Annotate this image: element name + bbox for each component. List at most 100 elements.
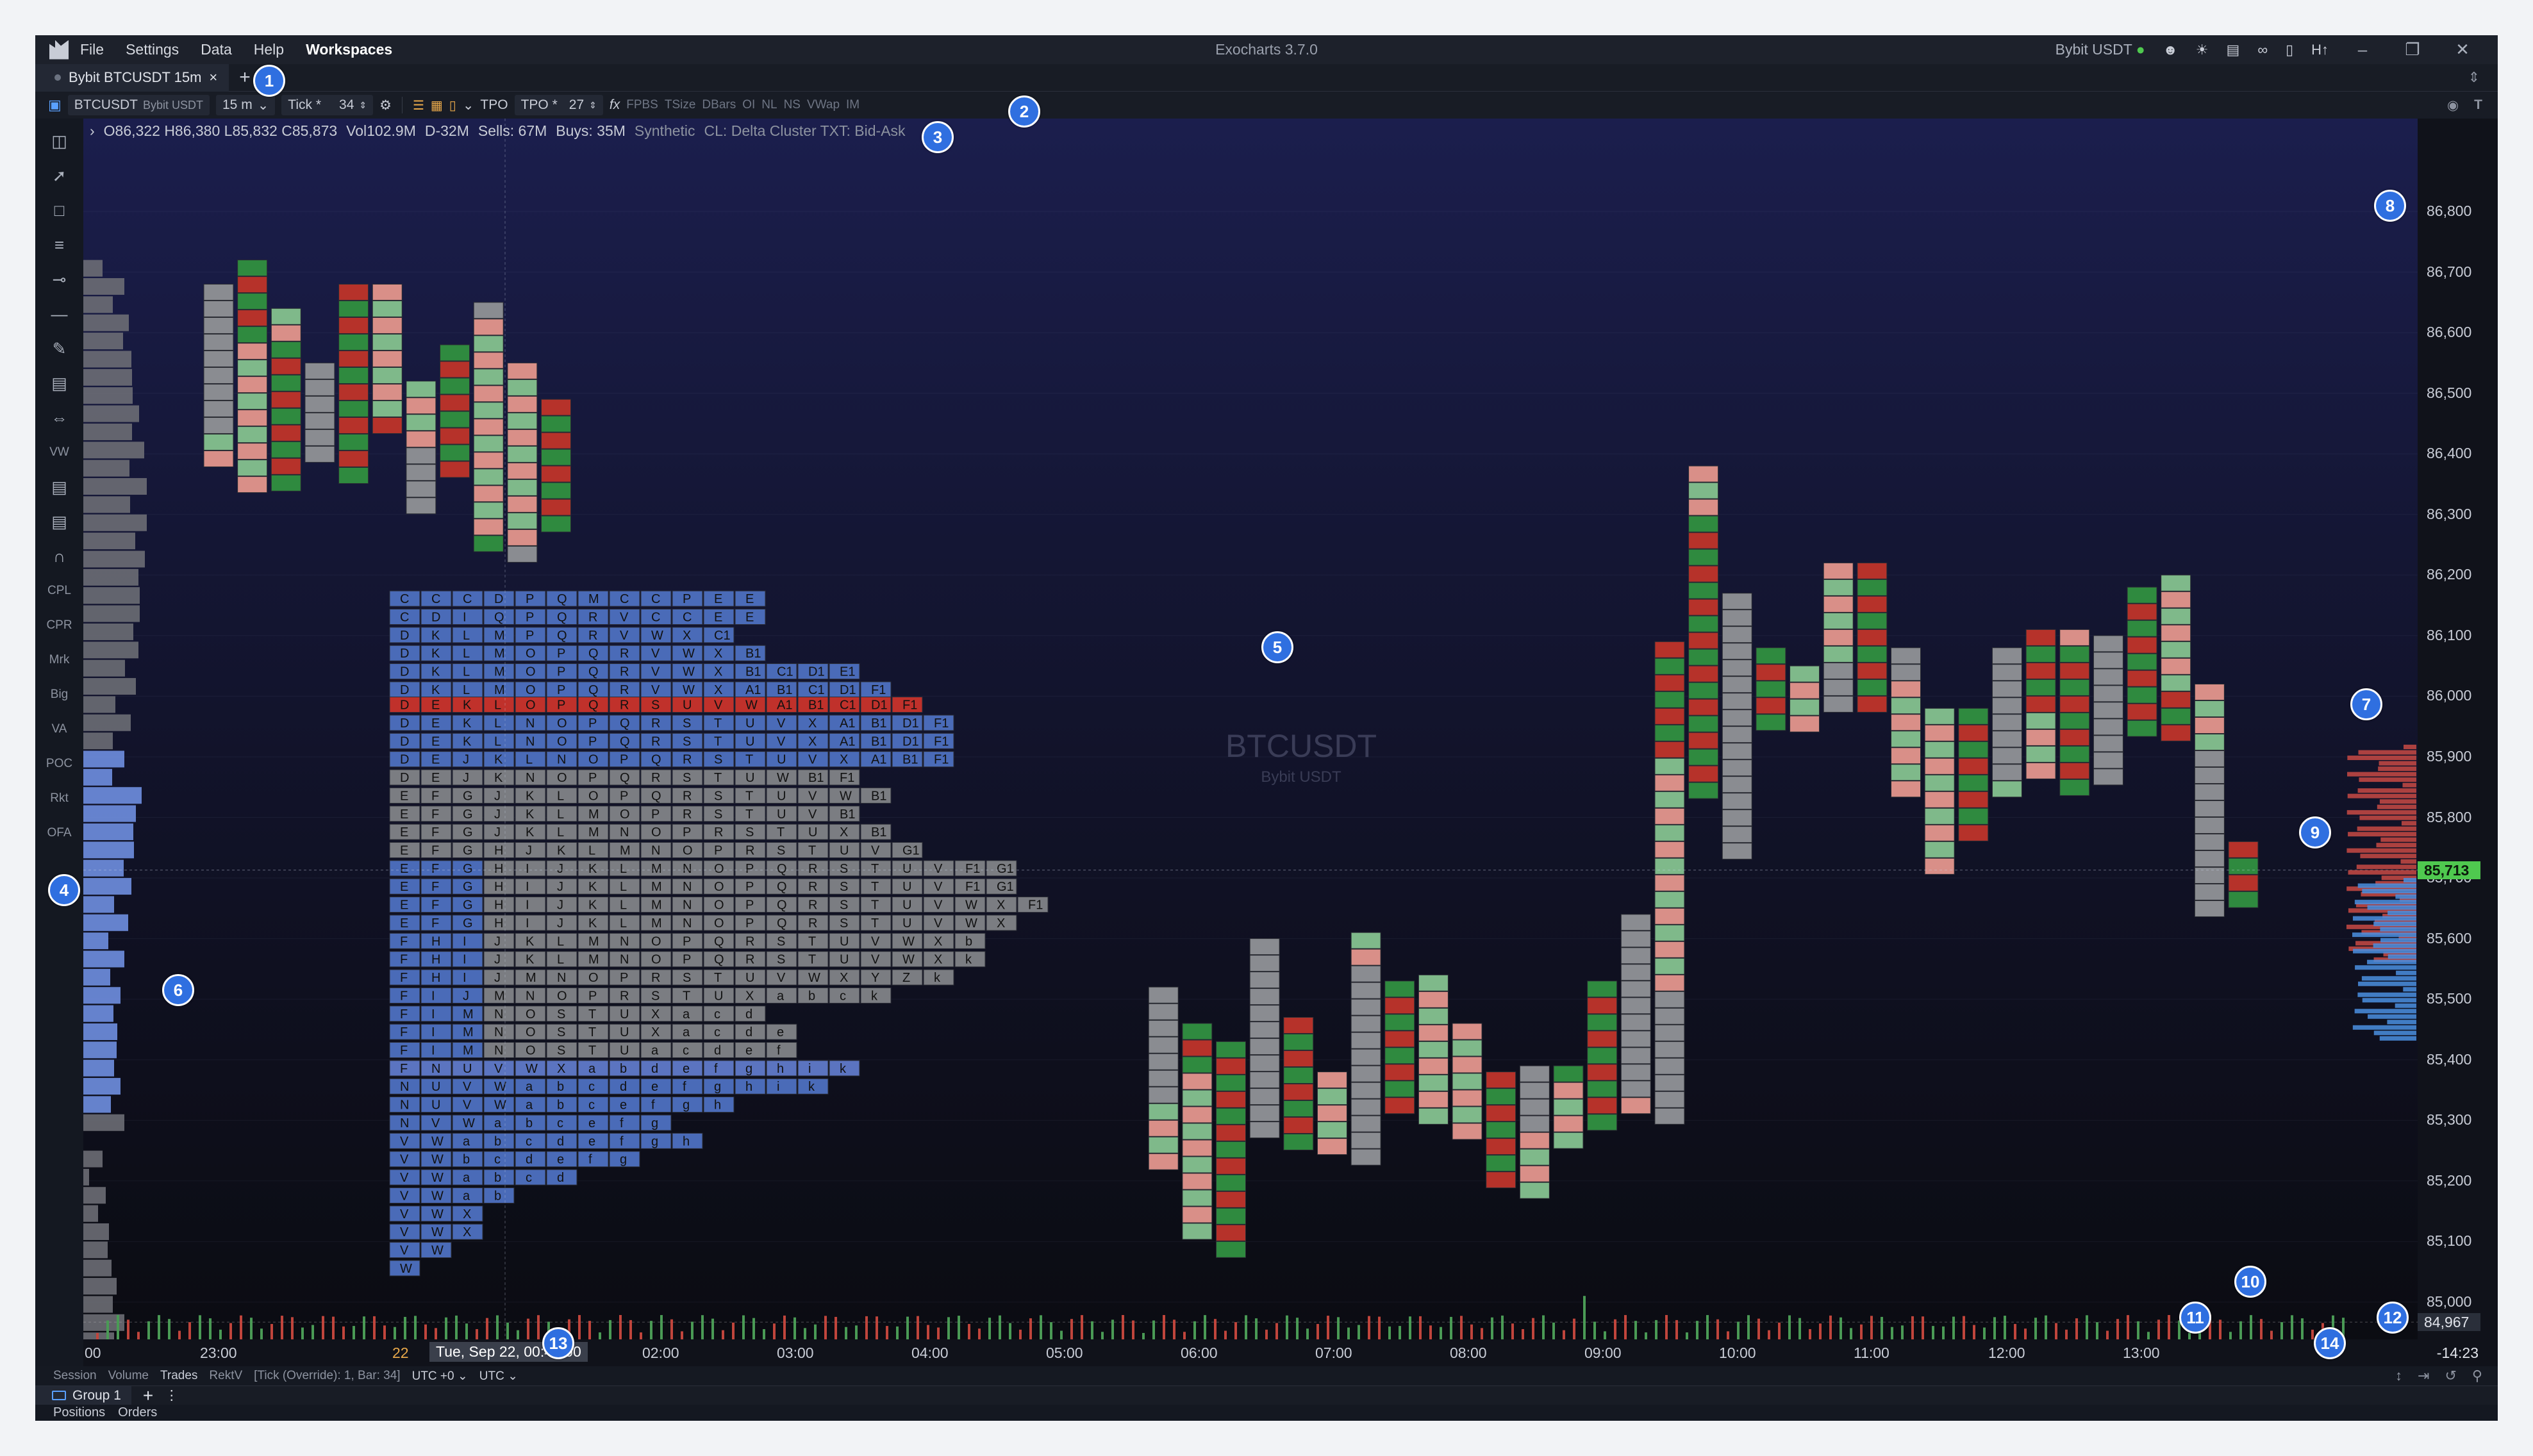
indicator-oi[interactable]: OI bbox=[742, 98, 755, 112]
minimize-icon[interactable]: – bbox=[2346, 40, 2379, 60]
scroll-end-icon[interactable]: ⇥ bbox=[2418, 1368, 2429, 1384]
folder-icon[interactable]: ▣ bbox=[48, 97, 62, 113]
restore-icon[interactable]: ❐ bbox=[2396, 40, 2429, 60]
chart-tab[interactable]: Bybit BTCUSDT 15m × bbox=[35, 63, 229, 92]
brush-icon[interactable]: ✎ bbox=[35, 331, 83, 366]
rectangle-icon[interactable]: □ bbox=[35, 193, 83, 228]
menu-settings[interactable]: Settings bbox=[126, 41, 179, 58]
group-more-icon[interactable]: ⋮ bbox=[165, 1387, 178, 1403]
footprint-cell bbox=[1384, 1030, 1415, 1048]
tool-mrk[interactable]: Mrk bbox=[35, 643, 83, 677]
tool-va[interactable]: VA bbox=[35, 712, 83, 747]
tool-vw[interactable]: VW bbox=[35, 435, 83, 470]
close-window-icon[interactable]: ✕ bbox=[2446, 40, 2479, 60]
volume-bar bbox=[896, 1326, 899, 1339]
add-tab-button[interactable]: + bbox=[239, 67, 251, 88]
menu-file[interactable]: File bbox=[80, 41, 104, 58]
menu-help[interactable]: Help bbox=[254, 41, 284, 58]
tab-positions[interactable]: Positions bbox=[53, 1405, 105, 1420]
tool-cpr[interactable]: CPR bbox=[35, 608, 83, 643]
volume-bar bbox=[660, 1315, 663, 1339]
menu-data[interactable]: Data bbox=[201, 41, 232, 58]
link-icon[interactable]: ∞ bbox=[2257, 42, 2268, 58]
status-volume[interactable]: Volume bbox=[108, 1369, 149, 1383]
timeframe-select[interactable]: 15 m ⌄ bbox=[216, 95, 276, 115]
legend-expand-icon[interactable]: › bbox=[90, 122, 95, 140]
tpo-letter: C bbox=[400, 592, 409, 606]
camera-icon[interactable]: ◉ bbox=[2447, 97, 2459, 113]
close-tab-icon[interactable]: × bbox=[209, 69, 217, 86]
tick-stepper[interactable]: Tick * 34 ⇕ bbox=[281, 95, 374, 115]
bars-icon[interactable]: ☰ bbox=[413, 97, 424, 113]
reset-icon[interactable]: ↺ bbox=[2445, 1368, 2456, 1384]
tpo-letter: P bbox=[588, 989, 597, 1003]
settings-gear-icon[interactable]: ⚙ bbox=[379, 97, 392, 113]
indicator-im[interactable]: IM bbox=[846, 98, 860, 112]
tab-orders[interactable]: Orders bbox=[118, 1405, 157, 1420]
tpo-letter: X bbox=[997, 898, 1005, 913]
tab-scroll-icon[interactable]: ⇕ bbox=[2468, 69, 2480, 86]
volume-bar bbox=[2014, 1324, 2016, 1339]
horizontal-ray-icon[interactable]: ⊸ bbox=[35, 262, 83, 297]
tpo-label[interactable]: TPO bbox=[480, 97, 508, 113]
footprint-cell bbox=[1924, 724, 1955, 741]
footprint-cell bbox=[338, 300, 369, 317]
magnet-icon[interactable]: ∩ bbox=[35, 539, 83, 574]
line-tool-icon[interactable]: ➚ bbox=[35, 158, 83, 193]
notes-icon[interactable]: ▤ bbox=[35, 504, 83, 539]
footprint-cell bbox=[1452, 1023, 1482, 1040]
status-trades[interactable]: Trades bbox=[160, 1369, 197, 1383]
fx-icon[interactable]: fx bbox=[610, 97, 620, 113]
indicator-tsize[interactable]: TSize bbox=[665, 98, 696, 112]
price-axis[interactable]: 86,800 86,700 86,600 86,500 86,400 86,300 86,2… bbox=[2418, 119, 2498, 1339]
chart-canvas[interactable]: C C C D P Q M C C P E E C D I Q P Q R V C C E E D K L M P Q R V W X C1 D K L M… bbox=[83, 119, 2418, 1339]
horizontal-line-icon[interactable]: — bbox=[35, 297, 83, 331]
theme-sun-icon[interactable]: ☀ bbox=[2196, 42, 2209, 58]
menu-workspaces[interactable]: Workspaces bbox=[306, 41, 392, 58]
users-icon[interactable]: ☻ bbox=[2163, 42, 2178, 58]
tpo-letter: R bbox=[683, 807, 692, 822]
tpo-chevron-icon[interactable]: ⌄ bbox=[463, 97, 474, 113]
tpo-stepper[interactable]: TPO * 27 ⇕ bbox=[514, 95, 603, 115]
tool-ofa[interactable]: OFA bbox=[35, 816, 83, 850]
phone-icon[interactable]: ▯ bbox=[2286, 42, 2293, 58]
indicator-dbars[interactable]: DBars bbox=[702, 98, 736, 112]
footprint-cell bbox=[1688, 549, 1719, 566]
ohlc-buys: Buys: 35M bbox=[556, 122, 626, 139]
tool-rkt[interactable]: Rkt bbox=[35, 781, 83, 816]
profile-icon[interactable]: ▤ bbox=[35, 470, 83, 504]
tpo-letter: V bbox=[651, 683, 660, 697]
status-rektv[interactable]: RektV bbox=[209, 1369, 242, 1383]
add-group-button[interactable]: + bbox=[143, 1386, 153, 1406]
text-icon[interactable]: ▤ bbox=[35, 366, 83, 401]
range-icon[interactable]: ⇔ bbox=[35, 401, 83, 435]
tool-big[interactable]: Big bbox=[35, 677, 83, 712]
zoom-icon[interactable]: ⚲ bbox=[2472, 1368, 2482, 1384]
group-tab[interactable]: Group 1 bbox=[35, 1386, 131, 1405]
volume-bar bbox=[1491, 1317, 1493, 1339]
tool-poc[interactable]: POC bbox=[35, 747, 83, 781]
ht-toggle[interactable]: H↑ bbox=[2311, 42, 2329, 58]
candle-icon[interactable]: ▯ bbox=[449, 97, 456, 113]
indicator-vwap[interactable]: VWap bbox=[807, 98, 840, 112]
volume-bar bbox=[2229, 1332, 2232, 1339]
timezone-display-select[interactable]: UTC ⌄ bbox=[479, 1369, 518, 1384]
chart-svg[interactable]: C C C D P Q M C C P E EC D I Q P Q R V C C E ED K L M P Q R V W X C1D K L M… bbox=[83, 119, 2418, 1339]
account-selector[interactable]: Bybit USDT ● bbox=[2055, 41, 2145, 58]
text-tool-icon[interactable]: T bbox=[2474, 97, 2482, 113]
autoscale-icon[interactable]: ↕ bbox=[2395, 1368, 2402, 1384]
status-session[interactable]: Session bbox=[53, 1369, 97, 1383]
indicator-fpbs[interactable]: FPBS bbox=[626, 98, 658, 112]
footprint-cell bbox=[473, 485, 504, 502]
indicator-nl[interactable]: NL bbox=[761, 98, 777, 112]
timezone-select[interactable]: UTC +0 ⌄ bbox=[412, 1369, 468, 1384]
parallel-lines-icon[interactable]: ≡ bbox=[35, 228, 83, 262]
footprint-icon[interactable]: ▦ bbox=[431, 97, 443, 113]
message-icon[interactable]: ▤ bbox=[2227, 42, 2240, 58]
tpo-letter: T bbox=[871, 898, 879, 913]
tool-cpl[interactable]: CPL bbox=[35, 574, 83, 608]
layout-icon[interactable]: ◫ bbox=[35, 124, 83, 158]
symbol-selector[interactable]: BTCUSDT Bybit USDT bbox=[67, 95, 210, 115]
indicator-ns[interactable]: NS bbox=[784, 98, 801, 112]
time-axis[interactable]: -14:23 00 23:00 22 02:00 03:00 04:00 05:00 06:0… bbox=[83, 1339, 2498, 1366]
